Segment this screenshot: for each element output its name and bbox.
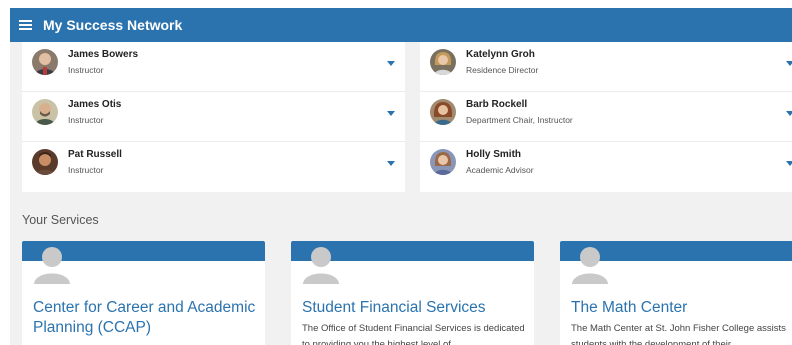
network-card-right: Katelynn Groh Residence Director Barb Ro… [420,42,792,192]
service-description: The Office of Student Financial Services… [302,323,525,345]
service-title[interactable]: Center for Career and Academic Planning … [33,298,258,338]
network-person-pat-russell[interactable]: Pat Russell Instructor [22,142,405,192]
person-role: Department Chair, Instructor [466,115,573,125]
chevron-down-icon[interactable] [786,161,792,166]
user-silhouette-icon [572,247,608,284]
avatar [430,99,456,125]
service-description: The Math Center at St. John Fisher Colle… [571,323,786,345]
chevron-down-icon[interactable] [387,111,395,116]
avatar [32,99,58,125]
person-name: Barb Rockell [466,99,528,110]
chevron-down-icon[interactable] [786,61,792,66]
person-role: Instructor [68,65,104,75]
person-role: Academic Advisor [466,165,534,175]
avatar [32,149,58,175]
avatar [430,49,456,75]
user-silhouette-icon [34,247,70,284]
app-window: My Success Network James Bowers Instruct… [10,8,792,345]
service-title[interactable]: The Math Center [571,298,792,318]
network-person-holly-smith[interactable]: Holly Smith Academic Advisor [420,142,792,192]
person-name: Holly Smith [466,149,522,160]
person-name: James Bowers [68,49,139,60]
chevron-down-icon[interactable] [387,61,395,66]
person-role: Residence Director [466,65,539,75]
network-person-james-bowers[interactable]: James Bowers Instructor [22,42,405,92]
person-name: Pat Russell [68,149,122,160]
network-card-left: James Bowers Instructor James Otis Instr… [22,42,405,192]
user-silhouette-icon [303,247,339,284]
network-person-katelynn-groh[interactable]: Katelynn Groh Residence Director [420,42,792,92]
service-card-math[interactable]: The Math Center The Math Center at St. J… [560,241,792,345]
avatar [32,49,58,75]
service-card-financial[interactable]: Student Financial Services The Office of… [291,241,534,345]
top-app-bar: My Success Network [10,8,792,42]
person-role: Instructor [68,115,104,125]
network-person-james-otis[interactable]: James Otis Instructor [22,92,405,142]
person-name: Katelynn Groh [466,49,535,60]
avatar [430,149,456,175]
network-person-barb-rockell[interactable]: Barb Rockell Department Chair, Instructo… [420,92,792,142]
service-title[interactable]: Student Financial Services [302,298,527,318]
person-role: Instructor [68,165,104,175]
chevron-down-icon[interactable] [786,111,792,116]
service-card-ccap[interactable]: Center for Career and Academic Planning … [22,241,265,345]
services-heading: Your Services [22,213,99,227]
chevron-down-icon[interactable] [387,161,395,166]
app-title: My Success Network [43,17,183,33]
hamburger-menu-icon[interactable] [19,20,32,30]
person-name: James Otis [68,99,122,110]
